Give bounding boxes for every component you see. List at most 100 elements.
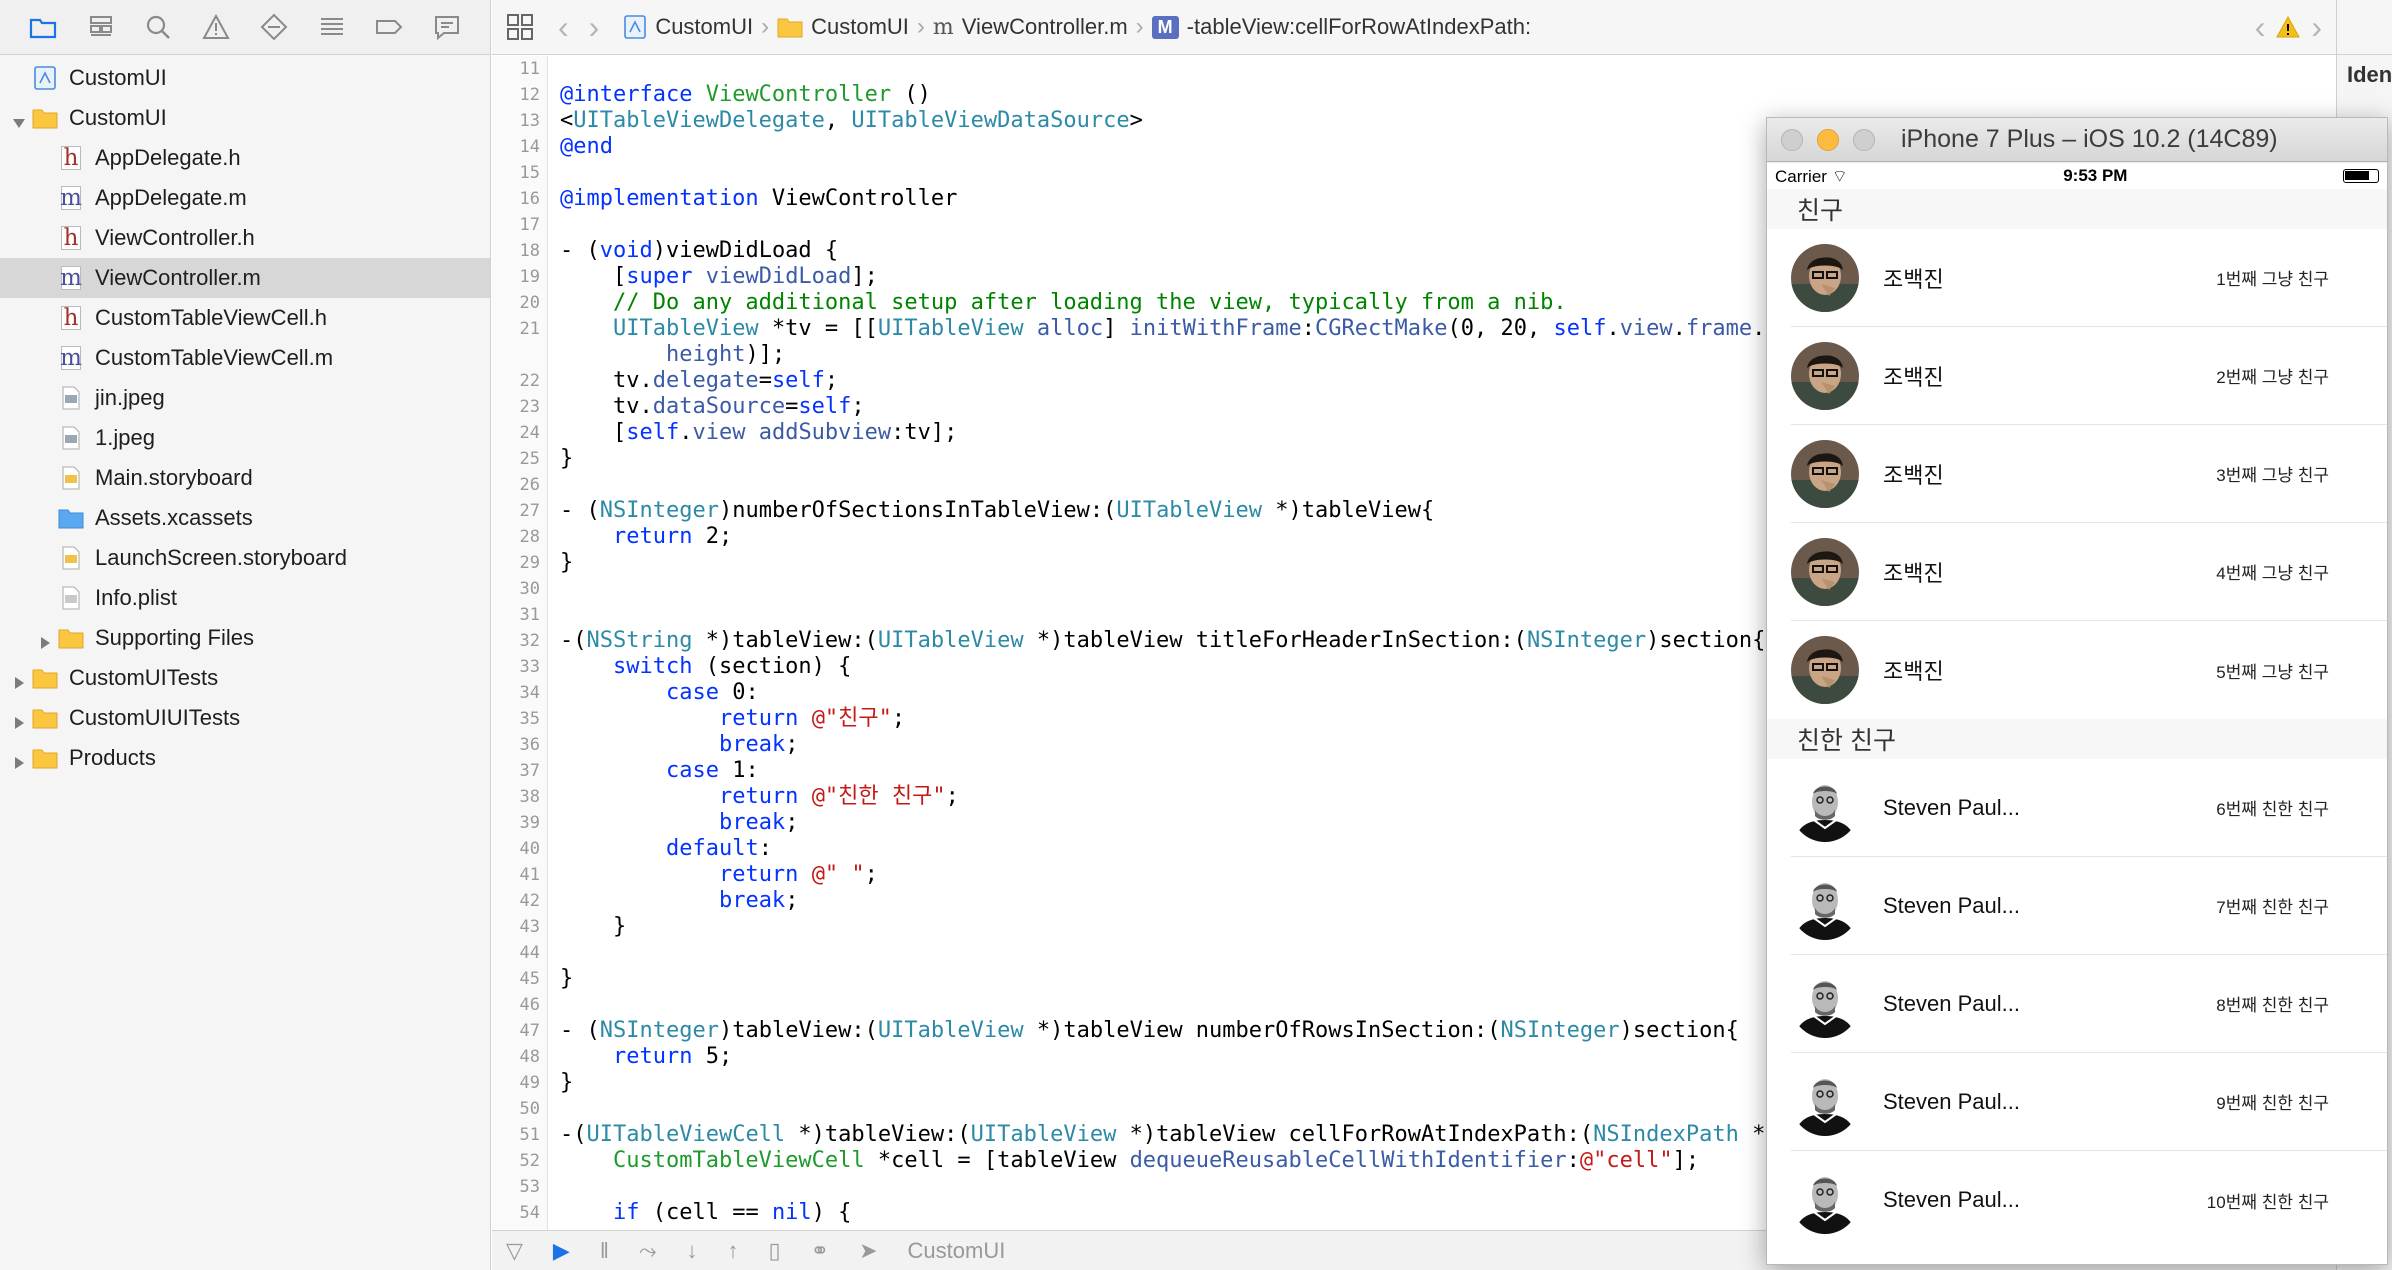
- disclosure-closed-icon[interactable]: [12, 710, 26, 729]
- section-header: 친한 친구: [1767, 719, 2387, 759]
- next-issue-chevron-icon[interactable]: ›: [2311, 11, 2322, 43]
- asset-catalog-icon: [58, 505, 84, 531]
- file-row[interactable]: CustomUI: [0, 98, 490, 138]
- folder-icon[interactable]: [28, 12, 58, 42]
- memory-graph-icon[interactable]: ⚭: [811, 1238, 829, 1264]
- report-icon[interactable]: [432, 12, 462, 42]
- file-row-label: 1.jpeg: [95, 425, 155, 450]
- forward-chevron-icon[interactable]: ›: [589, 11, 600, 43]
- cell-name: Steven Paul...: [1883, 990, 2020, 1016]
- line-number: 20: [519, 293, 540, 313]
- code-text: -(NSString *)tableView:(UITableView *)ta…: [560, 628, 1766, 653]
- warning-icon[interactable]: [201, 12, 231, 42]
- line-number: 14: [519, 137, 540, 157]
- jump-crumb-group[interactable]: CustomUI: [811, 14, 909, 40]
- table-row[interactable]: 조백진 3번째 그냥 친구: [1791, 425, 2387, 523]
- file-row[interactable]: Info.plist: [0, 578, 490, 618]
- file-row[interactable]: h ViewController.h: [0, 218, 490, 258]
- table-row[interactable]: Steven Paul... 10번째 친한 친구: [1791, 1151, 2387, 1249]
- line-number: 48: [519, 1047, 540, 1067]
- line-number: 26: [519, 475, 540, 495]
- close-button[interactable]: [1781, 128, 1803, 151]
- line-number: 40: [519, 839, 540, 859]
- hide-debug-icon[interactable]: ▽: [506, 1238, 523, 1264]
- file-row[interactable]: CustomUITests: [0, 658, 490, 698]
- simulator-titlebar[interactable]: iPhone 7 Plus – iOS 10.2 (14C89): [1767, 118, 2387, 162]
- file-row[interactable]: Assets.xcassets: [0, 498, 490, 538]
- file-row[interactable]: m ViewController.m: [0, 258, 490, 298]
- file-row[interactable]: 1.jpeg: [0, 418, 490, 458]
- file-row[interactable]: h AppDelegate.h: [0, 138, 490, 178]
- code-text: return @" ";: [718, 862, 878, 887]
- jump-crumb-project[interactable]: CustomUI: [655, 14, 753, 40]
- file-row[interactable]: CustomUI: [0, 58, 490, 98]
- location-icon[interactable]: ➤: [859, 1238, 877, 1264]
- table-view[interactable]: 친구 조백진 1번째 그냥 친구 조백진 2번째 그냥 친구 조백진 3번째 그냥 친구 조백…: [1767, 189, 2387, 1249]
- test-icon[interactable]: [259, 12, 289, 42]
- image-file-icon: [58, 385, 84, 411]
- table-row[interactable]: Steven Paul... 6번째 친한 친구: [1791, 759, 2387, 857]
- status-bar: Carrier ⌔ 9:53 PM: [1767, 163, 2387, 189]
- debug-icon[interactable]: [317, 12, 347, 42]
- table-row[interactable]: 조백진 1번째 그냥 친구: [1791, 229, 2387, 327]
- view-debugger-icon[interactable]: ▯: [769, 1238, 781, 1264]
- code-text: case 0:: [665, 680, 759, 705]
- jump-crumb-file[interactable]: ViewController.m: [962, 14, 1128, 40]
- table-row[interactable]: Steven Paul... 7번째 친한 친구: [1791, 857, 2387, 955]
- table-row[interactable]: 조백진 5번째 그냥 친구: [1791, 621, 2387, 719]
- issue-warning-icon[interactable]: [2275, 15, 2301, 39]
- table-row[interactable]: Steven Paul... 9번째 친한 친구: [1791, 1053, 2387, 1151]
- code-text: case 1:: [665, 758, 759, 783]
- disclosure-closed-icon[interactable]: [12, 750, 26, 769]
- zoom-button[interactable]: [1853, 128, 1875, 151]
- file-row[interactable]: LaunchScreen.storyboard: [0, 538, 490, 578]
- file-row-label: Assets.xcassets: [95, 505, 253, 530]
- cell-detail: 7번째 친한 친구: [2216, 898, 2329, 917]
- file-row[interactable]: h CustomTableViewCell.h: [0, 298, 490, 338]
- file-row-label: AppDelegate.m: [95, 185, 247, 210]
- breakpoint-icon[interactable]: [374, 12, 404, 42]
- line-number: 50: [519, 1099, 540, 1119]
- disclosure-closed-icon[interactable]: [38, 630, 52, 649]
- table-section: Steven Paul... 6번째 친한 친구 Steven Paul... 7번째…: [1767, 759, 2387, 1249]
- code-line[interactable]: 12 @interface ViewController (): [492, 82, 2336, 108]
- file-row[interactable]: Supporting Files: [0, 618, 490, 658]
- file-row[interactable]: m CustomTableViewCell.m: [0, 338, 490, 378]
- breakpoints-toggle-icon[interactable]: ▶: [553, 1238, 570, 1264]
- related-items-icon[interactable]: [506, 13, 534, 41]
- search-icon[interactable]: [143, 12, 173, 42]
- hierarchy-icon[interactable]: [86, 12, 116, 42]
- file-row[interactable]: CustomUIUITests: [0, 698, 490, 738]
- code-text: // Do any additional setup after loading…: [612, 290, 1567, 315]
- step-out-icon[interactable]: ↑: [728, 1238, 739, 1264]
- step-in-icon[interactable]: ↓: [687, 1238, 698, 1264]
- pause-icon[interactable]: ‖: [600, 1238, 609, 1264]
- line-number: 45: [519, 969, 540, 989]
- code-text: }: [560, 446, 574, 471]
- table-row[interactable]: 조백진 4번째 그냥 친구: [1791, 523, 2387, 621]
- code-line[interactable]: 11: [492, 56, 2336, 82]
- file-row[interactable]: m AppDelegate.m: [0, 178, 490, 218]
- step-over-icon[interactable]: ⤳: [639, 1238, 657, 1264]
- back-chevron-icon[interactable]: ‹: [558, 11, 569, 43]
- scheme-label[interactable]: CustomUI: [908, 1238, 1006, 1264]
- file-row[interactable]: jin.jpeg: [0, 378, 490, 418]
- file-row[interactable]: Products: [0, 738, 490, 778]
- jump-crumb-method[interactable]: -tableView:cellForRowAtIndexPath:: [1187, 14, 1531, 40]
- folder-icon: [777, 16, 803, 38]
- line-number: 38: [519, 787, 540, 807]
- minimize-button[interactable]: [1817, 128, 1839, 151]
- line-number: 27: [519, 501, 540, 521]
- file-row[interactable]: Main.storyboard: [0, 458, 490, 498]
- disclosure-closed-icon[interactable]: [12, 670, 26, 689]
- code-text: [self.view addSubview:tv];: [560, 420, 958, 445]
- device-screen: Carrier ⌔ 9:53 PM 친구 조백진 1번째 그냥 친구 조백진 2번째 그…: [1767, 163, 2387, 1264]
- prev-issue-chevron-icon[interactable]: ‹: [2255, 11, 2266, 43]
- disclosure-open-icon[interactable]: [12, 110, 26, 128]
- table-row[interactable]: 조백진 2번째 그냥 친구: [1791, 327, 2387, 425]
- line-number: 31: [519, 605, 540, 625]
- table-row[interactable]: Steven Paul... 8번째 친한 친구: [1791, 955, 2387, 1053]
- code-text: @interface ViewController (): [560, 82, 931, 107]
